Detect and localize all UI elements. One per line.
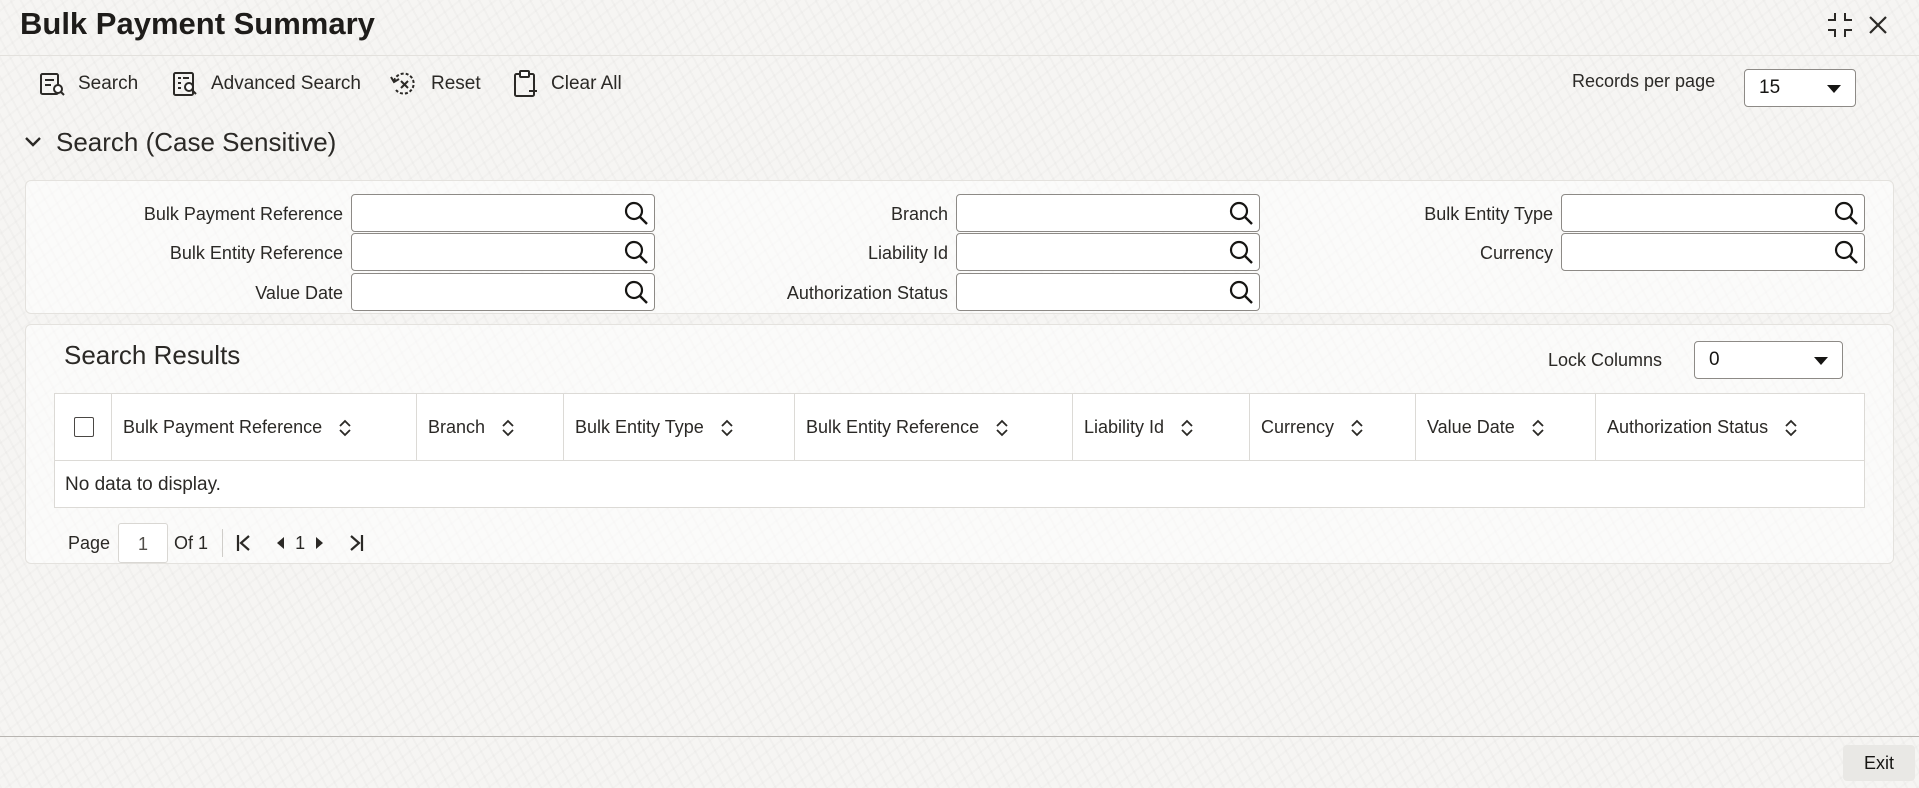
sort-icon[interactable] (1531, 418, 1545, 438)
minimize-restore-icon[interactable] (1823, 8, 1857, 42)
page-number[interactable]: 1 (291, 533, 309, 554)
title-bar: Bulk Payment Summary (0, 0, 1919, 56)
current-page-input[interactable]: 1 (118, 523, 169, 563)
lock-columns-value: 0 (1709, 349, 1720, 370)
liability-id-field (956, 233, 1260, 271)
next-page-button[interactable] (309, 530, 331, 556)
search-icon[interactable] (622, 278, 650, 306)
chevron-down-icon (25, 137, 41, 147)
chevron-down-icon (1827, 85, 1841, 93)
search-section-title: Search (Case Sensitive) (56, 126, 337, 157)
advanced-search-button[interactable]: Advanced Search (171, 68, 361, 100)
last-page-icon (350, 535, 364, 551)
column-header-currency[interactable]: Currency (1250, 394, 1416, 461)
lock-columns-select[interactable]: 0 (1694, 341, 1843, 379)
bulk-payment-reference-field (351, 194, 655, 232)
search-criteria-panel: Bulk Payment Reference Bulk Entity Refer… (25, 180, 1894, 314)
search-icon[interactable] (1832, 199, 1860, 227)
page-of-label: Of 1 (174, 532, 209, 553)
results-table: Bulk Payment Reference Branch Bulk Entit… (54, 393, 1865, 508)
search-icon[interactable] (1227, 199, 1255, 227)
first-page-button[interactable] (233, 530, 255, 556)
close-icon[interactable] (1861, 8, 1895, 42)
reset-button-label: Reset (431, 73, 481, 94)
bulk-entity-reference-label: Bulk Entity Reference (169, 243, 343, 263)
authorization-status-label: Authorization Status (786, 283, 948, 303)
page-title: Bulk Payment Summary (20, 6, 375, 41)
bulk-payment-reference-input[interactable] (352, 195, 612, 231)
search-section-toggle[interactable]: Search (Case Sensitive) (24, 124, 336, 160)
page-label: Page (68, 532, 111, 553)
search-form-icon (40, 73, 65, 96)
footer: Exit (0, 736, 1919, 788)
search-results-title: Search Results (64, 340, 241, 370)
sort-icon[interactable] (501, 418, 515, 438)
search-icon[interactable] (622, 238, 650, 266)
liability-id-input[interactable] (957, 234, 1217, 270)
previous-page-icon (277, 537, 285, 549)
branch-field (956, 194, 1260, 232)
search-button-label: Search (78, 73, 139, 94)
next-page-icon (316, 537, 324, 549)
column-header-value-date[interactable]: Value Date (1416, 394, 1596, 461)
bulk-entity-type-field (1561, 194, 1865, 232)
authorization-status-input[interactable] (957, 274, 1217, 310)
value-date-input[interactable] (352, 274, 612, 310)
column-header-branch[interactable]: Branch (417, 394, 564, 461)
bulk-entity-type-input[interactable] (1562, 195, 1822, 231)
reset-icon (390, 72, 415, 95)
bulk-entity-type-label: Bulk Entity Type (1424, 204, 1553, 224)
search-icon[interactable] (1227, 238, 1255, 266)
first-page-icon (236, 535, 250, 551)
column-header-authorization-status[interactable]: Authorization Status (1596, 394, 1864, 461)
search-icon[interactable] (622, 199, 650, 227)
sort-icon[interactable] (1180, 418, 1194, 438)
value-date-field (351, 273, 655, 311)
liability-id-label: Liability Id (867, 243, 948, 263)
authorization-status-field (956, 273, 1260, 311)
pagination: Page 1 Of 1 1 (68, 523, 367, 563)
empty-table-message: No data to display. (65, 474, 221, 495)
value-date-label: Value Date (255, 283, 343, 303)
sort-icon[interactable] (720, 418, 734, 438)
search-icon[interactable] (1227, 278, 1255, 306)
column-header-liability-id[interactable]: Liability Id (1073, 394, 1250, 461)
records-per-page-label: Records per page (1572, 71, 1716, 91)
bulk-entity-reference-input[interactable] (352, 234, 612, 270)
branch-input[interactable] (957, 195, 1217, 231)
branch-label: Branch (890, 204, 948, 224)
lock-columns-label: Lock Columns (1548, 350, 1663, 370)
last-page-button[interactable] (345, 530, 367, 556)
column-header-bulk-payment-reference[interactable]: Bulk Payment Reference (112, 394, 417, 461)
previous-page-button[interactable] (269, 530, 291, 556)
sort-icon[interactable] (1784, 418, 1798, 438)
records-per-page-select[interactable]: 15 (1744, 69, 1856, 107)
chevron-down-icon (1814, 357, 1828, 365)
clipboard-icon (514, 70, 537, 97)
bulk-payment-reference-label: Bulk Payment Reference (143, 204, 343, 224)
search-icon[interactable] (1832, 238, 1860, 266)
reset-button[interactable]: Reset (389, 68, 481, 100)
results-table-header: Bulk Payment Reference Branch Bulk Entit… (55, 394, 1864, 461)
clear-all-button-label: Clear All (551, 73, 622, 94)
select-all-checkbox[interactable] (74, 417, 94, 437)
select-all-cell (55, 394, 112, 461)
column-header-bulk-entity-reference[interactable]: Bulk Entity Reference (795, 394, 1073, 461)
exit-button[interactable]: Exit (1843, 745, 1915, 781)
advanced-search-icon (173, 72, 197, 96)
column-header-bulk-entity-type[interactable]: Bulk Entity Type (564, 394, 795, 461)
advanced-search-button-label: Advanced Search (211, 73, 361, 94)
records-per-page-value: 15 (1759, 77, 1781, 98)
sort-icon[interactable] (338, 418, 352, 438)
currency-field (1561, 233, 1865, 271)
clear-all-button[interactable]: Clear All (511, 68, 622, 100)
bulk-entity-reference-field (351, 233, 655, 271)
currency-input[interactable] (1562, 234, 1822, 270)
currency-label: Currency (1479, 243, 1553, 263)
toolbar: Search Advanced Search Reset Clear All R… (0, 62, 1919, 107)
search-button[interactable]: Search (38, 68, 138, 100)
sort-icon[interactable] (995, 418, 1009, 438)
sort-icon[interactable] (1350, 418, 1364, 438)
pagination-divider (222, 529, 224, 557)
